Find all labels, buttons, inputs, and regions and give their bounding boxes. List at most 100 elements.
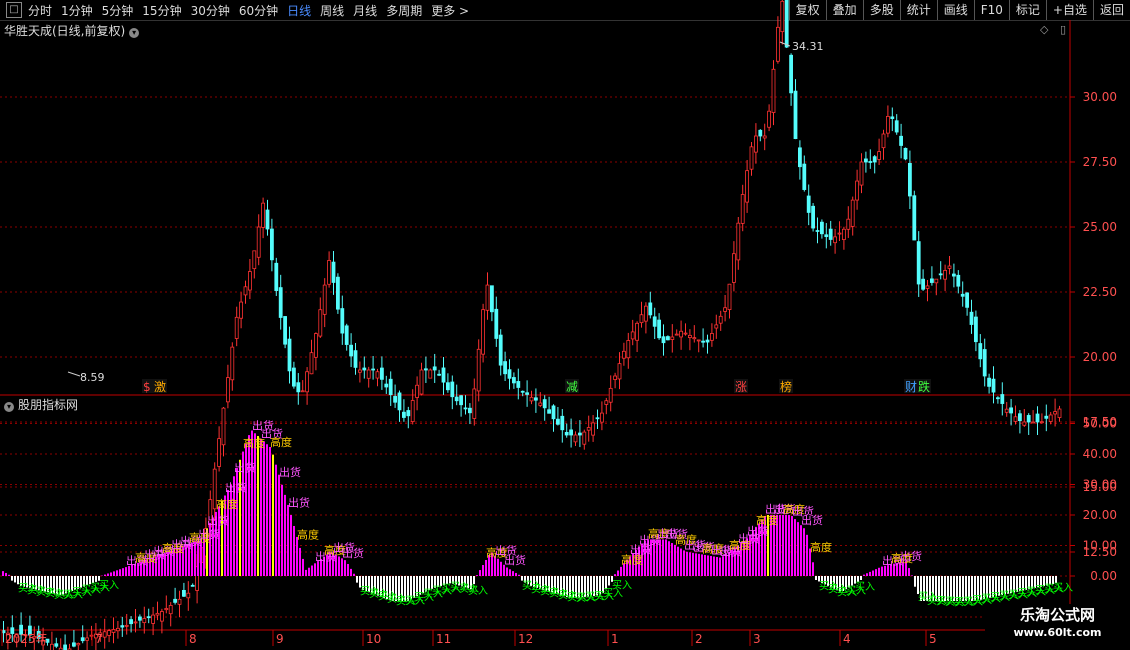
indicator-bar	[863, 574, 865, 576]
signal-label-sell: 出货	[900, 549, 922, 563]
candle-body	[991, 378, 996, 393]
indicator-bar	[473, 576, 475, 585]
candle-body	[186, 592, 191, 599]
candle-body	[344, 325, 349, 345]
candle-body	[974, 316, 978, 343]
candle-body	[538, 402, 543, 406]
candle-body	[683, 332, 688, 335]
candle-body	[230, 346, 235, 381]
event-marker: 财	[905, 380, 917, 394]
candle-body	[173, 598, 178, 603]
candle-body	[494, 308, 499, 339]
signal-label-sell: 出货	[504, 553, 526, 567]
indicator-bar	[104, 574, 106, 576]
indicator-bar	[704, 554, 706, 576]
candle-body	[1018, 413, 1022, 422]
indicator-bar	[500, 561, 502, 576]
watermark: 乐淘公式网 www.60lt.com	[985, 604, 1130, 648]
candle-body	[1035, 413, 1040, 423]
candle-body	[243, 286, 248, 296]
candle-body	[714, 324, 719, 329]
indicator-bar	[290, 515, 292, 576]
indicator-bar	[914, 576, 916, 587]
candle-body	[467, 407, 472, 414]
indicator-bar	[221, 500, 223, 576]
candle-body	[767, 110, 771, 128]
candle-body	[296, 382, 301, 393]
candle-body	[600, 412, 604, 423]
candle-body	[309, 352, 314, 375]
candle-body	[938, 273, 943, 276]
candle-body	[1000, 394, 1005, 404]
candle-body	[560, 415, 565, 431]
candle-body	[639, 314, 644, 324]
candle-body	[239, 301, 244, 319]
indicator-bar	[14, 576, 16, 583]
candle-body	[864, 158, 868, 163]
indicator-bar	[350, 568, 352, 576]
indicator-bar	[797, 522, 799, 576]
indicator-bar	[722, 556, 724, 576]
indicator-bar	[803, 528, 805, 576]
xaxis-label: 2025年	[5, 632, 48, 646]
candle-body	[582, 431, 587, 445]
candle-body	[842, 228, 846, 240]
candle-body	[749, 146, 754, 170]
candle-body	[362, 367, 367, 371]
candle-body	[371, 368, 376, 371]
candle-body	[648, 302, 653, 316]
ind-ytick-label: 10.00	[1083, 539, 1117, 553]
indicator-bar	[680, 548, 682, 576]
indicator-bar	[284, 494, 286, 576]
candle-body	[485, 284, 490, 311]
indicator-bar	[260, 438, 262, 576]
candle-body	[63, 644, 67, 650]
candle-body	[947, 265, 952, 269]
indicator-bar	[311, 565, 313, 576]
candle-body	[943, 269, 947, 280]
chart-canvas[interactable]: 30.0027.5025.0022.5020.0017.5015.0012.50…	[0, 0, 1130, 650]
high-label: 34.31	[792, 40, 824, 53]
candle-body	[397, 392, 402, 411]
indicator-bar	[710, 555, 712, 576]
indicator-bar	[662, 539, 664, 576]
candle-body	[705, 339, 710, 343]
indicator-bar	[302, 558, 304, 576]
indicator-bar	[5, 572, 7, 576]
candle-body	[727, 283, 732, 310]
indicator-bar	[713, 556, 715, 576]
candle-body	[168, 605, 173, 615]
candle-body	[613, 375, 617, 380]
indicator-bar	[305, 569, 307, 576]
candle-body	[472, 388, 477, 419]
candle-body	[701, 340, 705, 343]
candle-body	[72, 642, 76, 647]
candle-body	[445, 382, 450, 391]
watermark-title: 乐淘公式网	[1019, 606, 1095, 624]
indicator-bar	[497, 558, 499, 576]
indicator-bar	[605, 576, 607, 590]
candle-body	[1004, 408, 1009, 413]
candle-body	[366, 369, 371, 379]
candle-body	[529, 396, 534, 402]
candle-body	[732, 253, 736, 283]
candle-body	[116, 627, 120, 632]
candle-body	[375, 371, 380, 379]
indicator-bar	[119, 569, 121, 576]
candle-body	[120, 625, 125, 628]
candle-body	[1022, 421, 1027, 426]
xaxis-label: 9	[276, 632, 284, 646]
candle-body	[1009, 407, 1013, 414]
candle-body	[793, 90, 798, 140]
candle-body	[820, 221, 824, 235]
candle-body	[868, 161, 873, 163]
candle-body	[644, 305, 648, 322]
indicator-bar	[515, 572, 517, 576]
candle-body	[80, 637, 85, 642]
main-ytick-label: 27.50	[1083, 155, 1117, 169]
indicator-bar	[107, 573, 109, 576]
candle-body	[806, 195, 811, 213]
candle-body	[908, 163, 912, 197]
candle-body	[406, 410, 411, 417]
candle-body	[723, 307, 727, 312]
